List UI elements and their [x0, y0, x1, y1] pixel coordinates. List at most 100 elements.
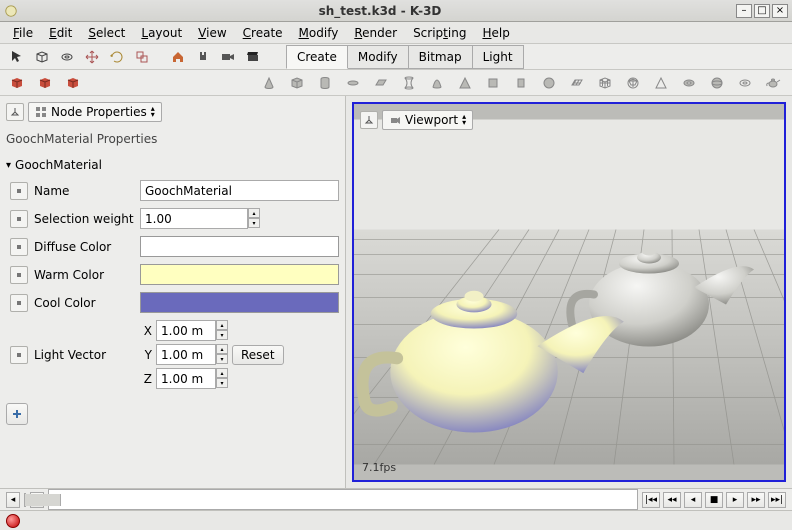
plug-icon[interactable]: [192, 46, 214, 68]
home-icon[interactable]: [167, 46, 189, 68]
connector-icon[interactable]: [10, 346, 28, 364]
hyperboloid-icon[interactable]: [398, 72, 420, 94]
diffuse-color-swatch[interactable]: [140, 236, 339, 257]
paraboloid-icon[interactable]: [426, 72, 448, 94]
cube-icon[interactable]: [286, 72, 308, 94]
menu-render[interactable]: Render: [347, 24, 404, 42]
rewind-icon[interactable]: ◂◂: [663, 492, 681, 508]
warm-color-swatch[interactable]: [140, 264, 339, 285]
light-y-input[interactable]: [156, 344, 216, 365]
cone2-icon[interactable]: [454, 72, 476, 94]
connector-icon[interactable]: [10, 294, 28, 312]
connector-icon[interactable]: [10, 182, 28, 200]
stop-icon[interactable]: ■: [705, 492, 723, 508]
play-back-icon[interactable]: ◂: [684, 492, 702, 508]
chevron-updown-icon: ▴▾: [151, 106, 155, 118]
warm-color-label: Warm Color: [34, 268, 134, 282]
panel-type-dropdown[interactable]: Node Properties ▴▾: [28, 102, 162, 122]
pin-icon[interactable]: [360, 111, 378, 129]
torus-icon[interactable]: [678, 72, 700, 94]
tab-light[interactable]: Light: [472, 45, 524, 69]
nodes-icon: [35, 106, 47, 118]
menubar: File Edit Select Layout View Create Modi…: [0, 22, 792, 44]
fast-fwd-icon[interactable]: ▸▸: [747, 492, 765, 508]
connector-icon[interactable]: [10, 210, 28, 228]
cylinder-icon[interactable]: [314, 72, 336, 94]
torus-tool-icon[interactable]: [56, 46, 78, 68]
menu-modify[interactable]: Modify: [292, 24, 346, 42]
go-end-icon[interactable]: ▸▸|: [768, 492, 786, 508]
connector-icon[interactable]: [10, 238, 28, 256]
box-red-icon[interactable]: [6, 72, 28, 94]
timeline-scrollbar[interactable]: [24, 493, 26, 507]
menu-select[interactable]: Select: [81, 24, 132, 42]
frame-input[interactable]: [48, 489, 638, 510]
cylinder2-icon[interactable]: [510, 72, 532, 94]
sphere2-icon[interactable]: [706, 72, 728, 94]
disc-icon[interactable]: [342, 72, 364, 94]
menu-layout[interactable]: Layout: [134, 24, 189, 42]
record-icon[interactable]: [6, 514, 20, 528]
teapot-icon[interactable]: [762, 72, 784, 94]
spinner-up-icon[interactable]: ▴: [216, 320, 228, 330]
tab-modify[interactable]: Modify: [347, 45, 409, 69]
spinner-down-icon[interactable]: ▾: [216, 330, 228, 340]
add-button[interactable]: [6, 403, 28, 425]
go-start-icon[interactable]: |◂◂: [642, 492, 660, 508]
spinner-down-icon[interactable]: ▾: [216, 354, 228, 364]
connector-icon[interactable]: [10, 266, 28, 284]
close-button[interactable]: ×: [772, 4, 788, 18]
selection-weight-input[interactable]: [140, 208, 248, 229]
light-z-input[interactable]: [156, 368, 216, 389]
clapper-icon[interactable]: [242, 46, 264, 68]
menu-edit[interactable]: Edit: [42, 24, 79, 42]
geosphere-icon[interactable]: [622, 72, 644, 94]
sphere-icon[interactable]: [538, 72, 560, 94]
viewport[interactable]: Viewport ▴▾ 7.1fps: [352, 102, 786, 482]
spinner-down-icon[interactable]: ▾: [248, 218, 260, 228]
titlebar: sh_test.k3d - K-3D – □ ×: [0, 0, 792, 22]
spinner-up-icon[interactable]: ▴: [216, 344, 228, 354]
cone-icon[interactable]: [258, 72, 280, 94]
camera-icon[interactable]: [217, 46, 239, 68]
play-icon[interactable]: ▸: [726, 492, 744, 508]
move-tool-icon[interactable]: [81, 46, 103, 68]
menu-create[interactable]: Create: [236, 24, 290, 42]
scroll-left-icon[interactable]: ◂: [6, 492, 20, 508]
pin-icon[interactable]: [6, 103, 24, 121]
cage-icon[interactable]: [594, 72, 616, 94]
box2-red-icon[interactable]: [34, 72, 56, 94]
box3-red-icon[interactable]: [62, 72, 84, 94]
pointy-icon[interactable]: [650, 72, 672, 94]
viewport-dropdown[interactable]: Viewport ▴▾: [382, 110, 473, 130]
spinner-up-icon[interactable]: ▴: [216, 368, 228, 378]
grid-icon[interactable]: [566, 72, 588, 94]
plane-icon[interactable]: [370, 72, 392, 94]
torus2-icon[interactable]: [734, 72, 756, 94]
pointer-tool-icon[interactable]: [6, 46, 28, 68]
light-x-input[interactable]: [156, 320, 216, 341]
cube-tool-icon[interactable]: [31, 46, 53, 68]
menu-help[interactable]: Help: [475, 24, 516, 42]
menu-view[interactable]: View: [191, 24, 233, 42]
minimize-button[interactable]: –: [736, 4, 752, 18]
light-vector-label: Light Vector: [34, 348, 134, 362]
menu-file[interactable]: File: [6, 24, 40, 42]
material-expander[interactable]: ▾ GoochMaterial: [6, 156, 339, 174]
timeline-bar: ◂ ▸ |◂◂ ◂◂ ◂ ■ ▸ ▸▸ ▸▸|: [0, 488, 792, 510]
reset-button[interactable]: Reset: [232, 345, 284, 365]
scroll-thumb[interactable]: [25, 494, 61, 506]
tab-create[interactable]: Create: [286, 45, 348, 69]
tab-bitmap[interactable]: Bitmap: [408, 45, 473, 69]
name-label: Name: [34, 184, 134, 198]
spinner-down-icon[interactable]: ▾: [216, 378, 228, 388]
statusbar: [0, 510, 792, 530]
maximize-button[interactable]: □: [754, 4, 770, 18]
scale-tool-icon[interactable]: [131, 46, 153, 68]
cube2-icon[interactable]: [482, 72, 504, 94]
rotate-tool-icon[interactable]: [106, 46, 128, 68]
spinner-up-icon[interactable]: ▴: [248, 208, 260, 218]
menu-scripting[interactable]: Scripting: [406, 24, 473, 42]
name-input[interactable]: [140, 180, 339, 201]
cool-color-swatch[interactable]: [140, 292, 339, 313]
